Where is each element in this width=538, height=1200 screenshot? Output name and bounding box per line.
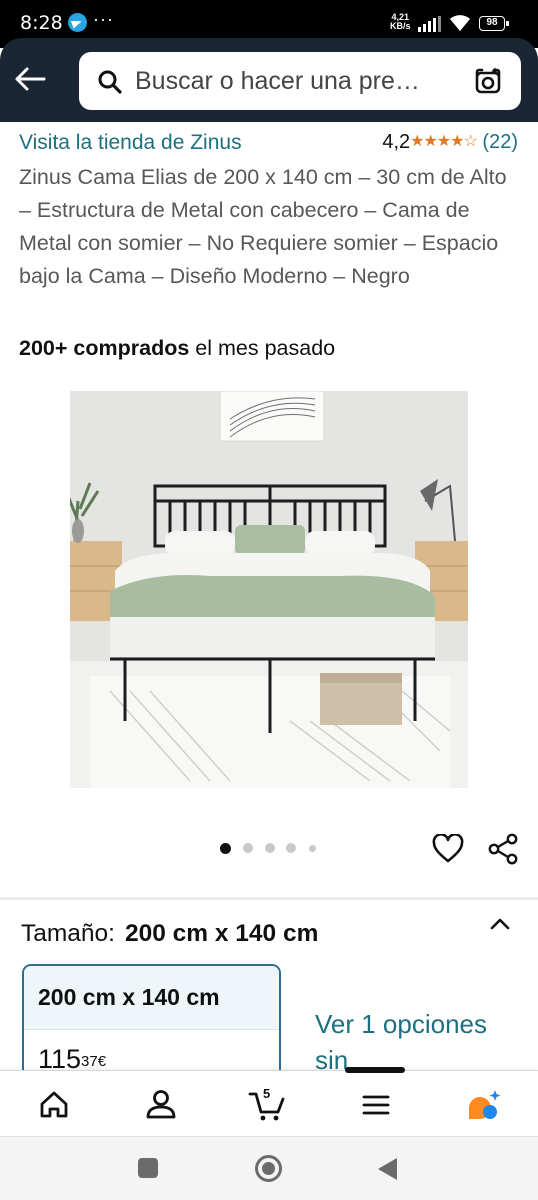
rufus-ai-icon[interactable] <box>463 1085 503 1125</box>
home-icon[interactable] <box>34 1085 74 1125</box>
bed-photo-illustration <box>70 391 468 788</box>
purchase-count: 200+ comprados el mes pasado <box>19 336 335 361</box>
system-navigation-bar <box>0 1136 538 1200</box>
cart-count-badge: 5 <box>263 1086 271 1101</box>
rating-summary[interactable]: 4,2★★★★☆ (22) <box>382 131 518 154</box>
product-title: Zinus Cama Elias de 200 x 140 cm – 30 cm… <box>19 165 507 288</box>
recent-apps-icon[interactable] <box>138 1158 158 1178</box>
size-label: Tamaño: <box>21 920 115 947</box>
clock: 8:28 <box>20 12 63 34</box>
wifi-icon <box>450 15 470 31</box>
rating-value: 4,2 <box>382 131 411 153</box>
camera-lens-icon[interactable] <box>473 66 503 96</box>
share-icon[interactable] <box>488 833 520 865</box>
heart-icon[interactable] <box>432 834 464 864</box>
search-input[interactable]: Buscar o hacer una pre… <box>79 52 521 110</box>
account-icon[interactable] <box>141 1085 181 1125</box>
section-divider <box>0 897 538 900</box>
home-circle-icon[interactable] <box>255 1155 282 1182</box>
network-speed: 4,21 KB/s <box>390 13 411 31</box>
telegram-icon <box>68 13 87 32</box>
size-selected-value: 200 cm x 140 cm <box>124 920 319 947</box>
carousel-dot[interactable] <box>309 844 316 852</box>
more-notifications-indicator: ··· <box>93 9 114 29</box>
product-image[interactable] <box>70 391 468 788</box>
nav-active-indicator <box>345 1067 405 1073</box>
price-fraction: 37€ <box>81 1053 107 1070</box>
signal-icon <box>418 16 441 32</box>
rating-stars-icon: ★★★★☆ <box>410 133 478 150</box>
network-speed-unit: KB/s <box>390 21 411 31</box>
search-placeholder: Buscar o hacer una pre… <box>135 67 420 95</box>
carousel-dot[interactable] <box>220 842 231 854</box>
carousel-dot[interactable] <box>243 843 253 853</box>
size-option-price: 11537€ <box>24 1030 279 1075</box>
size-option-name: 200 cm x 140 cm <box>24 966 279 1030</box>
back-arrow-icon[interactable] <box>14 66 46 92</box>
carousel-dot[interactable] <box>265 843 275 853</box>
purchase-count-bold: 200+ comprados <box>19 336 190 360</box>
cart-icon[interactable]: 5 <box>248 1085 288 1125</box>
carousel-dot[interactable] <box>286 843 296 853</box>
menu-icon[interactable] <box>356 1085 396 1125</box>
rating-count: (22) <box>482 131 518 153</box>
purchase-count-suffix: el mes pasado <box>189 336 336 360</box>
visit-store-link[interactable]: Visita la tienda de Zinus <box>19 131 242 155</box>
search-header: Buscar o hacer una pre… <box>0 38 538 122</box>
product-page: 8:28 ··· 4,21 KB/s 98 Buscar o hacer una… <box>0 0 538 1200</box>
more-options-link[interactable]: Ver 1 opciones sin <box>315 1006 495 1078</box>
bottom-navigation: 5 <box>0 1067 538 1136</box>
back-triangle-icon[interactable] <box>378 1158 397 1180</box>
chevron-up-icon[interactable] <box>489 916 511 932</box>
search-icon <box>98 70 122 94</box>
size-selector-header[interactable]: Tamaño: 200 cm x 140 cm <box>21 920 318 948</box>
battery-icon: 98 <box>479 16 509 31</box>
